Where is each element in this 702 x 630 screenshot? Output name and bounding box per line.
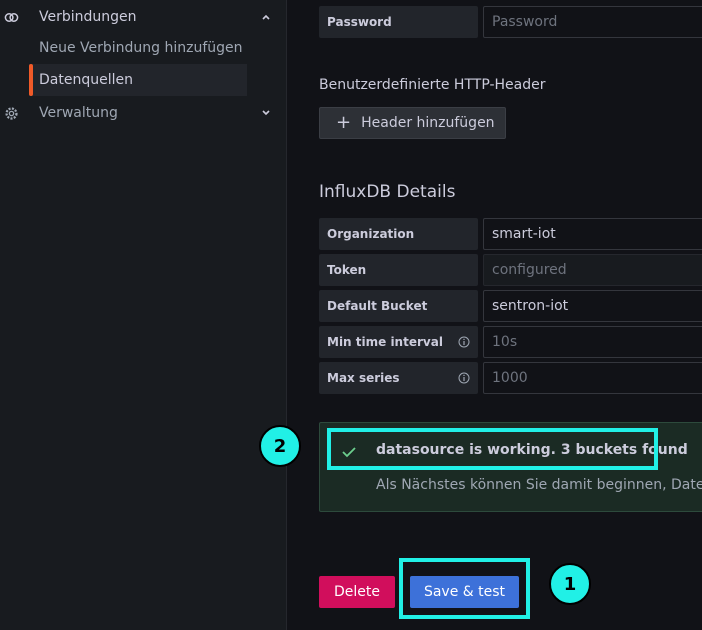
min-time-interval-input[interactable]: 10s [483, 326, 702, 358]
influxdb-details-heading: InfluxDB Details [319, 182, 456, 202]
info-icon[interactable] [458, 372, 470, 384]
annotation-highlight-alert [327, 428, 658, 470]
sidebar-item-new-connection[interactable]: Neue Verbindung hinzufügen [29, 32, 247, 64]
chevron-up-icon[interactable] [260, 12, 272, 22]
sidebar: Verbindungen Neue Verbindung hinzufügen … [0, 0, 287, 630]
sidebar-item-label: Neue Verbindung hinzufügen [39, 40, 243, 56]
info-icon[interactable] [458, 336, 470, 348]
organization-label: Organization [319, 218, 478, 250]
password-input[interactable]: Password [483, 6, 702, 38]
token-label: Token [319, 254, 478, 286]
delete-button[interactable]: Delete [319, 576, 395, 608]
default-bucket-label: Default Bucket [319, 290, 478, 322]
annotation-marker-1: 1 [549, 563, 591, 605]
sidebar-item-data-sources[interactable]: Datenquellen [29, 64, 247, 96]
plus-icon: + [336, 112, 352, 133]
alert-text: Als Nächstes können Sie damit beginnen, … [376, 477, 702, 493]
min-time-interval-label: Min time interval [319, 326, 478, 358]
sidebar-section-administration[interactable]: Verwaltung [0, 97, 287, 129]
token-input[interactable]: configured [483, 254, 702, 286]
sidebar-item-label: Datenquellen [39, 72, 133, 88]
max-series-input[interactable]: 1000 [483, 362, 702, 394]
sidebar-section-label: Verbindungen [39, 9, 137, 25]
add-header-label: Header hinzufügen [361, 115, 495, 131]
default-bucket-input[interactable]: sentron-iot [483, 290, 702, 322]
chevron-down-icon[interactable] [260, 108, 272, 118]
connections-icon [4, 13, 19, 22]
min-time-interval-label-text: Min time interval [327, 335, 443, 349]
max-series-label: Max series [319, 362, 478, 394]
annotation-highlight-save [399, 558, 530, 619]
annotation-marker-2: 2 [259, 425, 301, 467]
sidebar-section-connections[interactable]: Verbindungen [0, 1, 287, 33]
add-header-button[interactable]: + Header hinzufügen [319, 107, 506, 139]
password-label: Password [319, 6, 478, 38]
organization-input[interactable]: smart-iot [483, 218, 702, 250]
gear-icon [5, 107, 18, 120]
sidebar-section-label: Verwaltung [39, 105, 118, 121]
custom-headers-heading: Benutzerdefinierte HTTP-Header [319, 77, 546, 93]
max-series-label-text: Max series [327, 371, 400, 385]
